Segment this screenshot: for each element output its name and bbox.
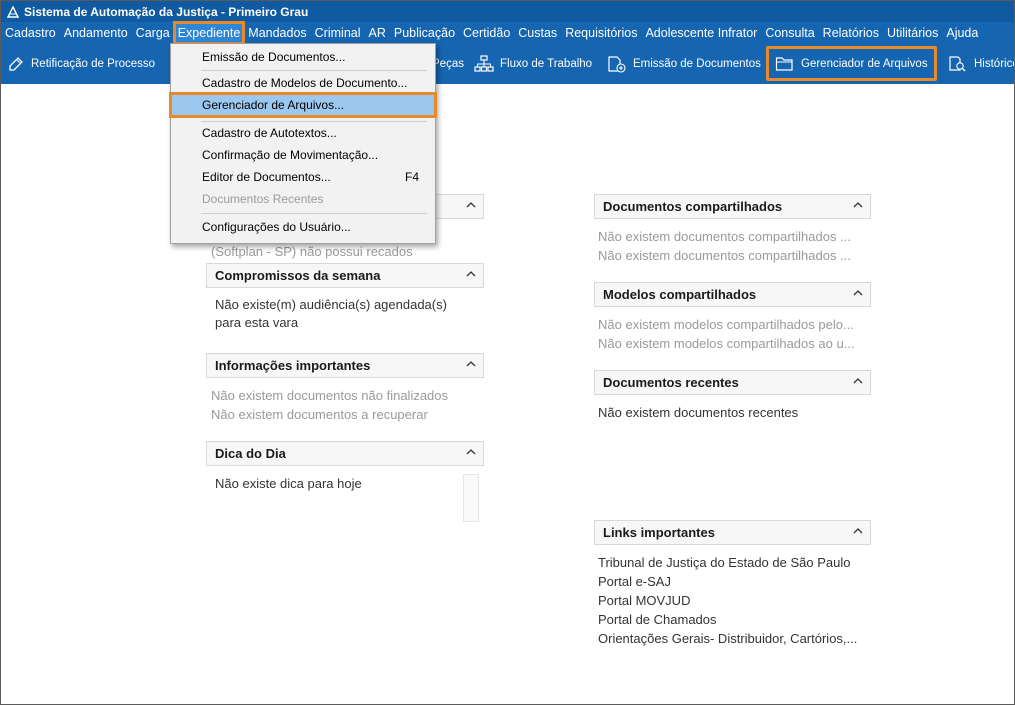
compartilhados-line1[interactable]: Não existem documentos compartilhados ..… [598, 229, 851, 244]
informacoes-title: Informações importantes [215, 358, 371, 373]
emissao-documentos-button[interactable]: Emissão de Documentos [607, 44, 761, 84]
historico-label: Histórico [974, 58, 1015, 70]
editor-shortcut: F4 [404, 170, 419, 184]
gerenciador-label: Gerenciador de Arquivos [801, 57, 928, 70]
menu-item-cadastro-modelos[interactable]: Cadastro de Modelos de Documento... [171, 72, 435, 94]
historico-button[interactable]: Histórico [948, 44, 1015, 84]
dica-panel-header[interactable]: Dica do Dia [206, 441, 484, 466]
fluxo-label: Fluxo de Trabalho [500, 58, 593, 70]
editor-label: Editor de Documentos... [202, 170, 331, 184]
dica-title: Dica do Dia [215, 446, 286, 461]
links-title: Links importantes [603, 525, 715, 540]
app-window: Sistema de Automação da Justiça - Primei… [0, 0, 1015, 705]
chevron-up-icon[interactable] [852, 199, 864, 211]
compartilhados-title: Documentos compartilhados [603, 199, 783, 214]
justice-logo-icon [7, 5, 19, 18]
menu-requisitorios[interactable]: Requisitórios [561, 22, 641, 44]
dica-scrollbar[interactable] [463, 474, 479, 522]
compromissos-panel-header[interactable]: Compromissos da semana [206, 263, 484, 288]
menu-criminal[interactable]: Criminal [311, 22, 365, 44]
link-portal-movjud[interactable]: Portal MOVJUD [598, 593, 690, 608]
menu-item-cadastro-autotextos[interactable]: Cadastro de Autotextos... [171, 122, 435, 144]
menu-adolescente-infrator[interactable]: Adolescente Infrator [641, 22, 761, 44]
informacoes-panel-header[interactable]: Informações importantes [206, 353, 484, 378]
menu-custas[interactable]: Custas [514, 22, 561, 44]
pecas-label: Peças [432, 58, 464, 70]
chevron-up-icon[interactable] [465, 199, 477, 211]
compartilhados-line2[interactable]: Não existem documentos compartilhados ..… [598, 248, 851, 263]
recentes-title: Documentos recentes [603, 375, 739, 390]
modelos-line1[interactable]: Não existem modelos compartilhados pelo.… [598, 317, 854, 332]
pecas-button[interactable]: Peças [432, 44, 464, 84]
menu-item-configuracoes-usuario[interactable]: Configurações do Usuário... [171, 216, 435, 238]
recentes-panel-header[interactable]: Documentos recentes [594, 370, 871, 395]
link-tjsp[interactable]: Tribunal de Justiça do Estado de São Pau… [598, 555, 850, 570]
emissao-label: Emissão de Documentos [633, 58, 761, 70]
window-title: Sistema de Automação da Justiça - Primei… [24, 4, 309, 19]
toolbar: Retificação de Processo Peças Fluxo de T… [1, 44, 1015, 84]
chevron-up-icon[interactable] [465, 268, 477, 280]
menu-consulta[interactable]: Consulta [761, 22, 818, 44]
modelos-panel-header[interactable]: Modelos compartilhados [594, 282, 871, 307]
chevron-up-icon[interactable] [465, 446, 477, 458]
retificacao-label: Retificação de Processo [31, 58, 156, 70]
menu-relatorios[interactable]: Relatórios [819, 22, 883, 44]
menu-expediente[interactable]: Expediente [172, 21, 246, 45]
gerenciador-arquivos-button[interactable]: Gerenciador de Arquivos [766, 46, 937, 81]
menu-ajuda[interactable]: Ajuda [942, 22, 982, 44]
recentes-line1: Não existem documentos recentes [598, 405, 799, 420]
add-document-icon [608, 56, 626, 73]
menu-bar: Cadastro Andamento Carga Expediente Mand… [1, 21, 1014, 45]
chevron-up-icon[interactable] [852, 525, 864, 537]
title-bar: Sistema de Automação da Justiça - Primei… [1, 1, 1014, 22]
chevron-up-icon[interactable] [852, 375, 864, 387]
chevron-up-icon[interactable] [852, 287, 864, 299]
recados-text: (Softplan - SP) não possui recados [211, 244, 413, 259]
menu-certidao[interactable]: Certidão [459, 22, 514, 44]
menu-mandados[interactable]: Mandados [244, 22, 310, 44]
chevron-up-icon[interactable] [465, 358, 477, 370]
expediente-dropdown-menu: Emissão de Documentos... Cadastro de Mod… [169, 43, 437, 244]
modelos-title: Modelos compartilhados [603, 287, 757, 302]
history-search-icon [949, 56, 966, 72]
menu-publicacao[interactable]: Publicação [390, 22, 459, 44]
menu-cadastro[interactable]: Cadastro [1, 22, 60, 44]
menu-utilitarios[interactable]: Utilitários [883, 22, 942, 44]
compromissos-line2: para esta vara [215, 315, 299, 330]
dashboard: (Softplan - SP) não possui recados Compr… [1, 84, 1014, 704]
menu-separator [201, 70, 427, 71]
informacoes-line2[interactable]: Não existem documentos a recuperar [211, 407, 428, 422]
menu-item-documentos-recentes: Documentos Recentes [202, 192, 324, 206]
fluxo-trabalho-button[interactable]: Fluxo de Trabalho [474, 44, 592, 84]
menu-separator [201, 213, 427, 214]
compartilhados-panel-header[interactable]: Documentos compartilhados [594, 194, 871, 219]
folder-icon [775, 56, 793, 71]
menu-carga[interactable]: Carga [132, 22, 174, 44]
menu-item-editor-documentos[interactable]: Editor de Documentos... F4 [171, 166, 435, 188]
menu-andamento[interactable]: Andamento [60, 22, 132, 44]
informacoes-line1[interactable]: Não existem documentos não finalizados [211, 388, 448, 403]
dica-line1: Não existe dica para hoje [215, 476, 362, 491]
links-panel-header[interactable]: Links importantes [594, 520, 871, 545]
compromissos-line1: Não existe(m) audiência(s) agendada(s) [215, 297, 447, 312]
edit-document-icon [9, 57, 23, 71]
menu-item-emissao-documentos[interactable]: Emissão de Documentos... [171, 46, 435, 68]
workflow-icon [474, 55, 494, 72]
link-portal-chamados[interactable]: Portal de Chamados [598, 612, 717, 627]
link-portal-esaj[interactable]: Portal e-SAJ [598, 574, 671, 589]
compromissos-title: Compromissos da semana [215, 268, 381, 283]
menu-item-confirmacao-movimentacao[interactable]: Confirmação de Movimentação... [171, 144, 435, 166]
link-orientacoes-gerais[interactable]: Orientações Gerais- Distribuidor, Cartór… [598, 631, 857, 646]
modelos-line2[interactable]: Não existem modelos compartilhados ao u.… [598, 336, 855, 351]
retificacao-processo-button[interactable]: Retificação de Processo [7, 44, 155, 84]
menu-ar[interactable]: AR [365, 22, 390, 44]
menu-item-gerenciador-arquivos[interactable]: Gerenciador de Arquivos... [169, 92, 437, 118]
